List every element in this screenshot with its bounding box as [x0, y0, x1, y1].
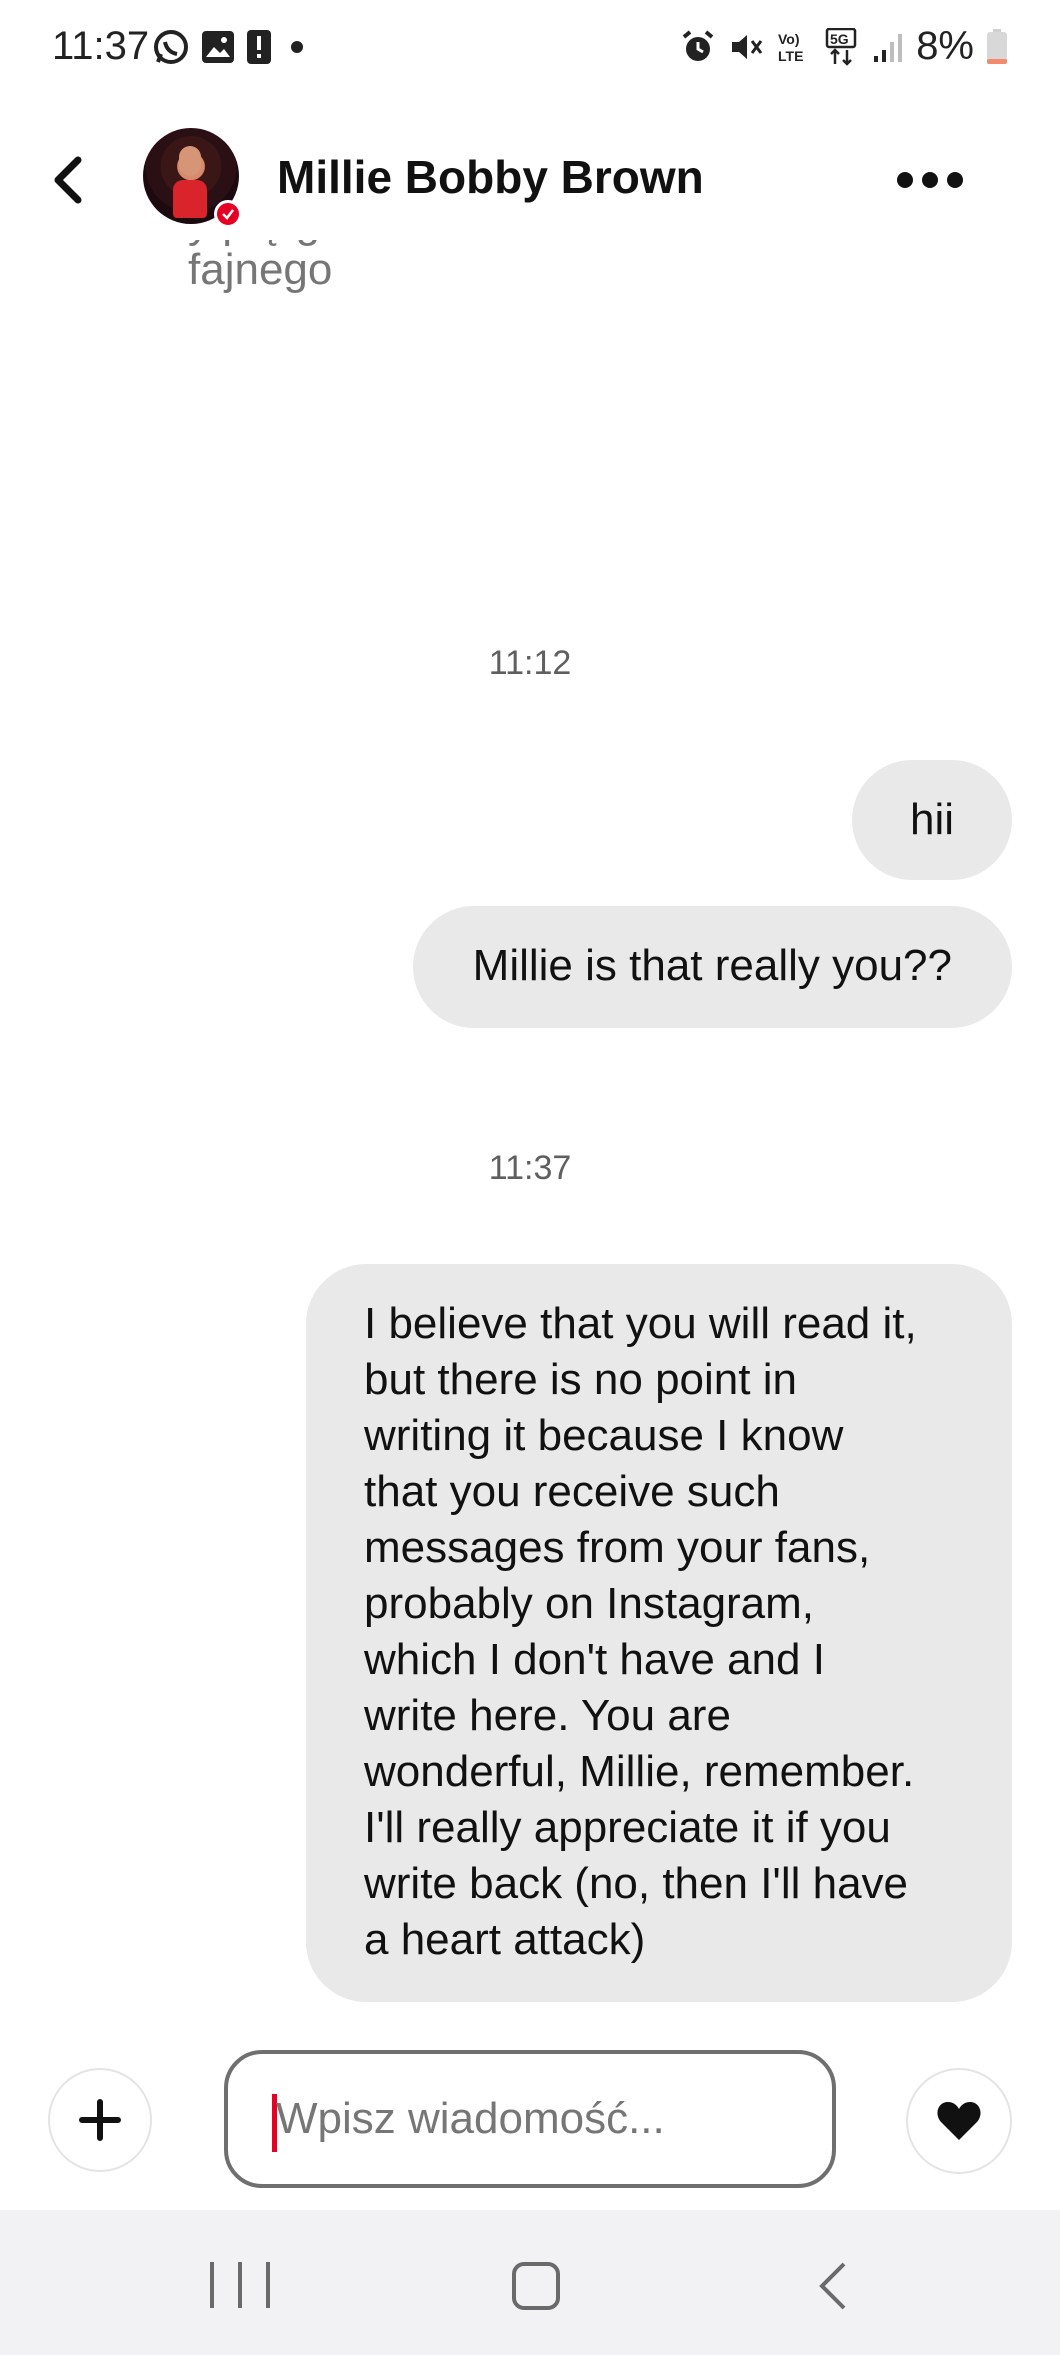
recent-apps-button[interactable] [210, 2262, 270, 2312]
battery-icon [986, 28, 1008, 65]
svg-text:LTE: LTE [778, 48, 803, 64]
alert-icon [246, 28, 272, 66]
status-time: 11:37 [52, 24, 150, 68]
back-chevron-icon [819, 2262, 846, 2310]
like-button[interactable] [906, 2068, 1012, 2174]
more-dot-icon [922, 172, 938, 188]
message-list[interactable]: y p ę g fajnego 11:12 hii Millie is that… [0, 240, 1060, 2010]
add-attachment-button[interactable] [48, 2068, 152, 2172]
gallery-icon [200, 29, 236, 65]
volte-icon: Vo) LTE [776, 29, 812, 65]
chevron-left-icon [54, 156, 82, 204]
system-nav-bar [0, 2210, 1060, 2355]
5g-icon: 5G [824, 27, 860, 66]
mute-icon [728, 29, 764, 65]
chat-header: Millie Bobby Brown [0, 120, 1060, 240]
status-bar: 11:37 Vo) LTE 5G 8% [0, 0, 1060, 100]
message-text: I believe that you will read it, but the… [364, 1299, 917, 1964]
whatsapp-icon [152, 28, 190, 66]
back-button[interactable] [40, 150, 100, 210]
contact-name[interactable]: Millie Bobby Brown [277, 150, 704, 204]
message-text: hii [909, 795, 954, 844]
sent-message-bubble[interactable]: Millie is that really you?? [412, 906, 1012, 1028]
alarm-icon [680, 29, 716, 65]
dot-icon [282, 32, 312, 62]
more-options-button[interactable] [890, 160, 970, 200]
partial-previous-message: fajnego [188, 245, 333, 294]
signal-icon [872, 30, 904, 64]
svg-text:Vo): Vo) [778, 31, 800, 47]
status-right-icons: Vo) LTE 5G 8% [680, 24, 1008, 69]
system-back-button[interactable] [810, 2258, 860, 2314]
home-button[interactable] [512, 2262, 560, 2310]
more-dot-icon [947, 172, 963, 188]
more-dot-icon [897, 172, 913, 188]
plus-icon [79, 2099, 121, 2141]
sent-message-bubble[interactable]: I believe that you will read it, but the… [306, 1264, 1012, 2002]
message-input[interactable] [276, 2088, 816, 2150]
message-text: Millie is that really you?? [472, 941, 952, 990]
timestamp: 11:37 [488, 1149, 572, 1187]
status-left-icons [152, 28, 312, 66]
timestamp: 11:12 [488, 644, 572, 682]
message-input-container[interactable] [224, 2050, 836, 2188]
heart-icon [937, 2102, 981, 2140]
verified-badge-icon [214, 200, 242, 228]
battery-percent: 8% [916, 24, 974, 68]
sent-message-bubble[interactable]: hii [851, 760, 1012, 880]
svg-text:5G: 5G [830, 31, 849, 47]
